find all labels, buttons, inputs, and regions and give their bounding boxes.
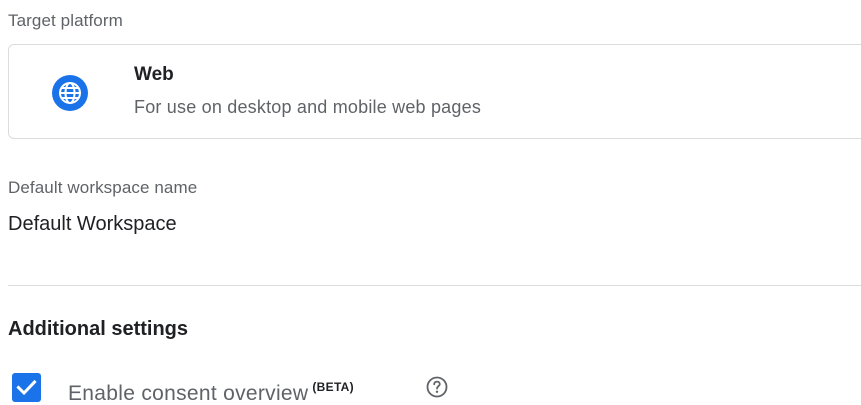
consent-overview-text: Enable consent overview — [68, 382, 309, 405]
checkmark-icon — [16, 379, 37, 396]
target-platform-label: Target platform — [8, 11, 123, 30]
section-divider — [8, 285, 861, 286]
additional-settings-heading: Additional settings — [8, 318, 188, 340]
platform-description: For use on desktop and mobile web pages — [134, 97, 482, 117]
container-settings-page: Target platform Web For use on desktop a… — [0, 0, 861, 405]
workspace-name-label: Default workspace name — [8, 178, 198, 197]
platform-name: Web — [134, 64, 174, 85]
beta-badge: (BETA) — [312, 380, 354, 394]
consent-overview-checkbox[interactable] — [12, 373, 41, 402]
consent-overview-label: Enable consent overview (BETA) — [68, 380, 354, 405]
platform-option-web[interactable]: Web For use on desktop and mobile web pa… — [8, 44, 861, 139]
help-circle-icon[interactable] — [425, 375, 449, 399]
workspace-name-value: Default Workspace — [8, 213, 177, 235]
globe-icon — [52, 75, 88, 111]
